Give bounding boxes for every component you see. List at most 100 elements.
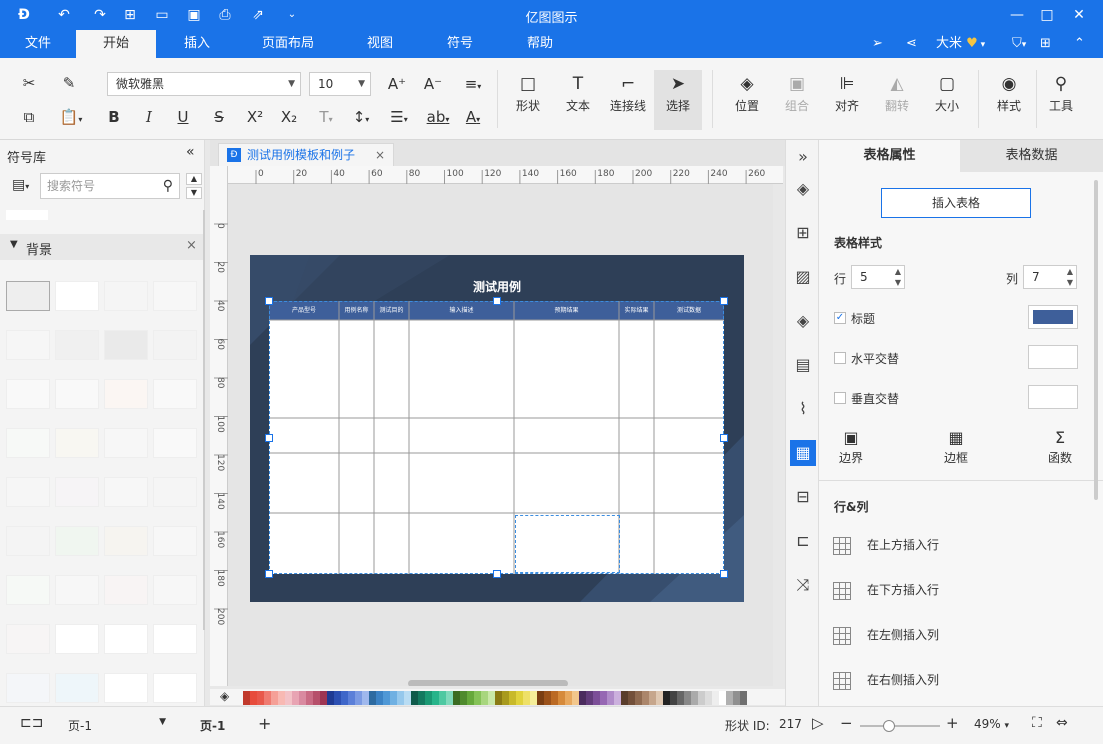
insert-table-button[interactable]: 插入表格 <box>881 188 1031 218</box>
tab-symbol[interactable]: 符号 <box>430 30 490 58</box>
font-color-icon[interactable]: A▾ <box>458 106 488 128</box>
resize-handle[interactable] <box>265 570 273 578</box>
resize-handle[interactable] <box>493 570 501 578</box>
color-swatch[interactable] <box>691 691 698 705</box>
color-swatch[interactable] <box>397 691 404 705</box>
close-button[interactable]: ✕ <box>1068 5 1090 25</box>
decrease-font-icon[interactable]: A⁻ <box>422 73 444 95</box>
color-swatch[interactable] <box>271 691 278 705</box>
horizontal-alternate-checkbox[interactable] <box>834 352 846 364</box>
section-header[interactable]: ▼ 背景 × <box>0 234 204 260</box>
text-case-icon[interactable]: T▾ <box>312 106 340 128</box>
color-swatch[interactable] <box>446 691 453 705</box>
shuffle-icon[interactable]: ⤨ <box>790 572 816 598</box>
page-icon[interactable]: ▤ <box>790 352 816 378</box>
color-swatch[interactable] <box>488 691 495 705</box>
chart-icon[interactable]: ⌇ <box>790 396 816 422</box>
color-swatch[interactable] <box>355 691 362 705</box>
color-swatch[interactable] <box>607 691 614 705</box>
color-swatch[interactable] <box>313 691 320 705</box>
zoom-slider-handle[interactable] <box>883 720 896 732</box>
bullet-list-icon[interactable]: ☰▾ <box>384 106 414 128</box>
background-thumbnail[interactable] <box>55 428 99 458</box>
diagram-title[interactable]: 测试用例 <box>250 278 744 295</box>
library-thumbnail[interactable] <box>6 210 48 220</box>
color-swatch[interactable] <box>474 691 481 705</box>
color-swatch[interactable] <box>740 691 747 705</box>
background-thumbnail[interactable] <box>153 477 197 507</box>
color-swatch[interactable] <box>467 691 474 705</box>
color-swatch[interactable] <box>656 691 663 705</box>
strikethrough-icon[interactable]: S <box>208 106 230 128</box>
subscript-icon[interactable]: X₂ <box>278 106 300 128</box>
color-swatch[interactable] <box>593 691 600 705</box>
tab-help[interactable]: 帮助 <box>510 30 570 58</box>
color-swatch[interactable] <box>285 691 292 705</box>
background-thumbnail[interactable] <box>153 526 197 556</box>
background-thumbnail[interactable] <box>153 281 197 311</box>
connector-button[interactable]: ⌐ 连接线 <box>606 74 650 114</box>
group-button[interactable]: ▣ 组合 <box>776 74 818 114</box>
color-swatch[interactable] <box>733 691 740 705</box>
color-swatch[interactable] <box>628 691 635 705</box>
background-thumbnail[interactable] <box>55 477 99 507</box>
zoom-in-icon[interactable]: + <box>946 714 959 732</box>
color-swatch[interactable] <box>411 691 418 705</box>
color-swatch[interactable] <box>614 691 621 705</box>
document-tab[interactable]: Ɖ 测试用例模板和例子 × <box>218 143 394 166</box>
tab-file[interactable]: 文件 <box>10 30 66 58</box>
underline-icon[interactable]: U <box>172 106 194 128</box>
style-button[interactable]: ◉ 样式 <box>988 74 1030 114</box>
collapse-ribbon-icon[interactable]: ⌃ <box>1074 34 1085 54</box>
tab-home[interactable]: 开始 <box>76 30 156 58</box>
panel-scrollbar[interactable] <box>203 210 205 630</box>
horizontal-scrollbar[interactable] <box>408 680 568 686</box>
cut-icon[interactable]: ✂ <box>18 72 40 94</box>
color-swatch[interactable] <box>250 691 257 705</box>
resize-handle[interactable] <box>265 297 273 305</box>
color-swatch[interactable] <box>600 691 607 705</box>
page-tab[interactable]: 页-1 <box>200 717 225 734</box>
background-thumbnail[interactable] <box>153 624 197 654</box>
background-thumbnail[interactable] <box>153 330 197 360</box>
color-swatch[interactable] <box>439 691 446 705</box>
background-thumbnail[interactable] <box>104 281 148 311</box>
background-thumbnail[interactable] <box>6 330 50 360</box>
color-swatch[interactable] <box>635 691 642 705</box>
color-swatch[interactable] <box>537 691 544 705</box>
bold-icon[interactable]: B <box>103 106 125 128</box>
user-name[interactable]: 大米 ♥ ▾ <box>936 34 985 54</box>
fit-width-icon[interactable]: ⇔ <box>1056 715 1068 731</box>
frame-button[interactable]: ▦ 边框 <box>940 428 972 466</box>
tab-table-properties[interactable]: 表格属性 <box>819 140 960 172</box>
theme-icon[interactable]: ⛉▾ <box>1012 34 1026 54</box>
color-swatch[interactable] <box>453 691 460 705</box>
header-color-swatch[interactable] <box>1028 305 1078 329</box>
cols-stepper[interactable]: 7 ▲ ▼ <box>1023 265 1077 289</box>
font-family-select[interactable]: 微软雅黑 ▼ <box>107 72 301 96</box>
color-swatch[interactable] <box>376 691 383 705</box>
color-swatch[interactable] <box>369 691 376 705</box>
color-swatch[interactable] <box>292 691 299 705</box>
border-button[interactable]: ▣ 边界 <box>835 428 867 466</box>
color-swatch[interactable] <box>698 691 705 705</box>
background-thumbnail[interactable] <box>55 281 99 311</box>
play-icon[interactable]: ▷ <box>812 714 824 732</box>
org-chart-icon[interactable]: ⊟ <box>790 484 816 510</box>
insert-row-above-button[interactable]: 在上方插入行 <box>833 535 939 557</box>
align-button[interactable]: ⊫ 对齐 <box>826 74 868 114</box>
drawing-canvas[interactable]: 测试用例 产品型号 用例名称 测试目的 输入描述 预期结果 实际结果 测试数据 <box>228 184 773 686</box>
background-thumbnail[interactable] <box>104 330 148 360</box>
color-swatch[interactable] <box>306 691 313 705</box>
scroll-up-button[interactable]: ▲ <box>186 173 202 185</box>
fill-bucket-icon[interactable]: ◈ <box>220 689 229 703</box>
resize-handle[interactable] <box>720 297 728 305</box>
color-swatch[interactable] <box>460 691 467 705</box>
color-swatch[interactable] <box>649 691 656 705</box>
background-thumbnail[interactable] <box>104 379 148 409</box>
background-thumbnail[interactable] <box>104 477 148 507</box>
background-thumbnail[interactable] <box>6 575 50 605</box>
layers-icon[interactable]: ◈ <box>790 308 816 334</box>
italic-icon[interactable]: I <box>138 106 160 128</box>
tab-view[interactable]: 视图 <box>350 30 410 58</box>
